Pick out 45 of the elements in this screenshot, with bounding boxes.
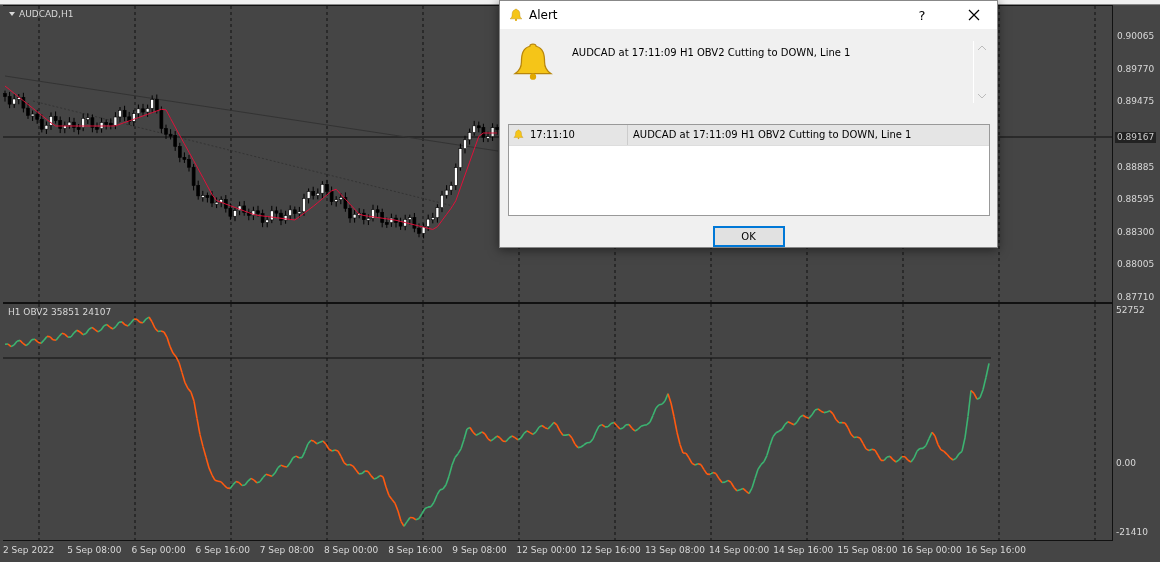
symbol-label: AUDCAD,H1 [19, 9, 74, 19]
time-label: 8 Sep 16:00 [388, 544, 444, 557]
alert-message: AUDCAD at 17:11:09 H1 OBV2 Cutting to DOWN, Line 1 [571, 46, 852, 60]
bell-icon [509, 8, 523, 22]
time-label: 12 Sep 00:00 [516, 544, 578, 557]
time-label: 9 Sep 08:00 [452, 544, 508, 557]
time-label: 14 Sep 16:00 [773, 544, 835, 557]
time-label: 6 Sep 00:00 [131, 544, 187, 557]
time-label: 13 Sep 08:00 [644, 544, 706, 557]
close-icon [968, 9, 980, 21]
price-label: 0.88885 [1117, 161, 1156, 173]
scrollbar[interactable] [973, 41, 989, 103]
message-cell-text: AUDCAD at 17:11:09 H1 OBV2 Cutting to DOWN, Line 1 [632, 129, 912, 141]
time-label: 15 Sep 08:00 [837, 544, 899, 557]
price-label: 0.89770 [1117, 63, 1156, 75]
price-label: 0.87710 [1117, 292, 1156, 303]
bell-icon [512, 41, 554, 83]
scroll-down-icon[interactable] [977, 94, 986, 99]
time-label: 7 Sep 08:00 [259, 544, 316, 557]
bell-icon [513, 129, 524, 141]
dropdown-icon[interactable] [9, 12, 15, 16]
help-button[interactable]: ? [899, 1, 945, 29]
price-label: 0.88005 [1117, 259, 1156, 271]
time-cell: 17:11:10 [509, 124, 628, 145]
price-label: 0.90065 [1117, 31, 1156, 42]
price-label: 0.89475 [1117, 96, 1156, 108]
time-label: 5 Sep 08:00 [67, 544, 123, 557]
scale-label: -21410 [1116, 527, 1148, 538]
scale-label: 0.00 [1116, 458, 1137, 470]
time-label: 6 Sep 16:00 [195, 544, 251, 557]
current-price-label: 0.89167 [1115, 132, 1157, 143]
price-label: 0.88300 [1117, 226, 1156, 238]
time-label: 2 Sep 2022 [3, 544, 56, 557]
time-label: 16 Sep 16:00 [965, 544, 1027, 557]
time-label: 14 Sep 00:00 [709, 544, 771, 557]
dialog-title: Alert [529, 8, 559, 22]
price-label: 0.88595 [1117, 194, 1156, 206]
alert-row[interactable]: 17:11:10 AUDCAD at 17:11:09 H1 OBV2 Cutting to DOWN, Line 1 [509, 124, 989, 146]
time-label: 16 Sep 00:00 [901, 544, 963, 557]
indicator-label: H1 OBV2 35851 24107 [8, 307, 112, 317]
ok-button[interactable]: OK [712, 226, 785, 247]
scale-label: 52752 [1116, 305, 1145, 316]
scroll-up-icon[interactable] [977, 45, 986, 50]
time-label: 12 Sep 16:00 [580, 544, 642, 557]
time-label: 8 Sep 00:00 [323, 544, 380, 557]
